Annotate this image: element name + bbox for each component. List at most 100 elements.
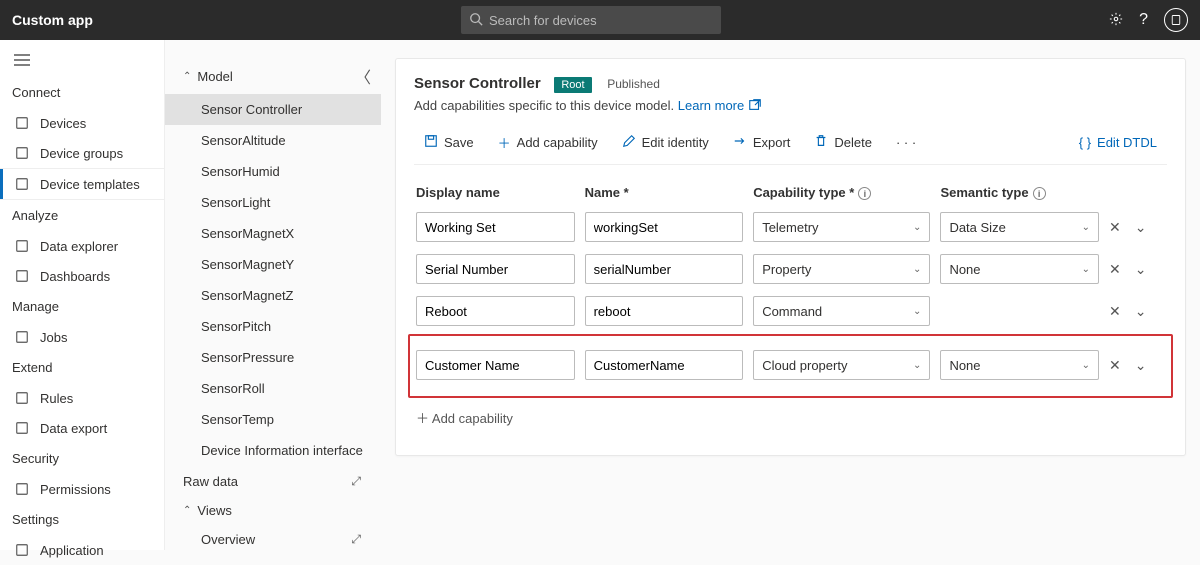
name-input[interactable]: [585, 254, 744, 284]
chevron-down-icon: ⌄: [1082, 222, 1090, 233]
hamburger-icon[interactable]: [0, 50, 164, 77]
save-button[interactable]: Save: [414, 130, 484, 155]
remove-icon[interactable]: ✕: [1109, 261, 1121, 278]
more-button[interactable]: · · ·: [886, 131, 926, 154]
sidebar-section: Manage: [0, 291, 164, 322]
tree-item[interactable]: SensorMagnetX: [165, 218, 381, 249]
tree-item[interactable]: Device Information interface: [165, 435, 381, 466]
settings-icon[interactable]: [1109, 12, 1123, 29]
collapse-icon[interactable]: 〈: [355, 64, 371, 88]
semantic-type-select[interactable]: None⌄: [940, 254, 1099, 284]
chevron-down-icon: ⌄: [913, 360, 921, 371]
expand-row-icon[interactable]: ⌄: [1135, 261, 1147, 278]
views-header[interactable]: ⌃ Views: [165, 497, 381, 524]
capability-row: Telemetry⌄ Data Size⌄ ✕ ⌄: [414, 206, 1167, 248]
capability-type-select[interactable]: Command⌄: [753, 296, 930, 326]
chevron-down-icon: ⌃: [183, 71, 191, 82]
tree-item[interactable]: SensorAltitude: [165, 125, 381, 156]
semantic-type-select[interactable]: None⌄: [940, 350, 1099, 380]
learn-more-link[interactable]: Learn more: [678, 98, 762, 113]
sidebar-item-label: Device templates: [40, 177, 140, 192]
capabilities-table: Display name Name * Capability type *i S…: [414, 179, 1167, 435]
raw-data-item[interactable]: Raw data ⤢: [165, 466, 381, 497]
overview-item[interactable]: Overview ⤢: [165, 524, 381, 555]
name-input[interactable]: [585, 350, 744, 380]
name-input[interactable]: [585, 212, 744, 242]
info-icon[interactable]: i: [1033, 187, 1046, 200]
sidebar-section: Extend: [0, 352, 164, 383]
name-input[interactable]: [585, 296, 744, 326]
display-name-input[interactable]: [416, 296, 575, 326]
add-capability-footer[interactable]: ＋ Add capability: [414, 400, 1167, 435]
display-name-input[interactable]: [416, 212, 575, 242]
application-icon: [14, 542, 30, 558]
sidebar-item[interactable]: Data explorer: [0, 231, 164, 261]
model-header[interactable]: ⌃ Model 〈: [165, 58, 381, 94]
search-icon: [469, 12, 483, 29]
sidebar-item[interactable]: Devices: [0, 108, 164, 138]
sidebar-item-label: Device groups: [40, 146, 123, 161]
root-badge: Root: [554, 77, 591, 93]
sidebar-item-label: Dashboards: [40, 269, 110, 284]
tree-item[interactable]: SensorMagnetY: [165, 249, 381, 280]
display-name-input[interactable]: [416, 350, 575, 380]
subtitle-text: Add capabilities specific to this device…: [414, 98, 674, 113]
info-icon[interactable]: i: [858, 187, 871, 200]
chevron-down-icon: ⌄: [1082, 264, 1090, 275]
top-bar: Custom app ?: [0, 0, 1200, 40]
col-display-name: Display name: [416, 185, 575, 200]
expand-icon[interactable]: ⤢: [351, 474, 361, 489]
capability-type-select[interactable]: Telemetry⌄: [753, 212, 930, 242]
sidebar-item[interactable]: Permissions: [0, 474, 164, 504]
layout: ConnectDevicesDevice groupsDevice templa…: [0, 40, 1200, 550]
permissions-icon: [14, 481, 30, 497]
page-title: Sensor Controller: [414, 75, 541, 92]
capability-row: Command⌄ ✕ ⌄: [414, 290, 1167, 332]
tree-item[interactable]: SensorRoll: [165, 373, 381, 404]
tree-item[interactable]: SensorPressure: [165, 342, 381, 373]
views-label: Views: [197, 503, 231, 518]
delete-button[interactable]: Delete: [804, 130, 882, 155]
tree-item[interactable]: SensorPitch: [165, 311, 381, 342]
help-icon[interactable]: ?: [1139, 11, 1148, 29]
feedback-icon[interactable]: [1164, 8, 1188, 32]
remove-icon[interactable]: ✕: [1109, 303, 1121, 320]
sidebar-item[interactable]: Data export: [0, 413, 164, 443]
capability-type-select[interactable]: Property⌄: [753, 254, 930, 284]
sidebar-item[interactable]: Application: [0, 535, 164, 565]
edit-identity-button[interactable]: Edit identity: [612, 130, 719, 155]
export-icon: [733, 134, 747, 151]
chevron-down-icon: ⌄: [913, 222, 921, 233]
sidebar-item[interactable]: Jobs: [0, 322, 164, 352]
sidebar-item[interactable]: Device templates: [0, 168, 165, 200]
edit-dtdl-button[interactable]: { } Edit DTDL: [1069, 131, 1167, 154]
semantic-type-select[interactable]: Data Size⌄: [940, 212, 1099, 242]
braces-icon: { }: [1079, 135, 1091, 150]
expand-icon[interactable]: ⤢: [351, 532, 361, 547]
expand-row-icon[interactable]: ⌄: [1135, 357, 1147, 374]
tree-item[interactable]: SensorTemp: [165, 404, 381, 435]
sidebar-item[interactable]: Device groups: [0, 138, 164, 168]
model-tree-panel: ⌃ Model 〈 Sensor ControllerSensorAltitud…: [165, 40, 385, 550]
add-capability-button[interactable]: ＋Add capability: [488, 129, 608, 156]
sidebar-item-label: Devices: [40, 116, 86, 131]
tree-item[interactable]: SensorLight: [165, 187, 381, 218]
chevron-down-icon: ⌃: [183, 505, 191, 516]
remove-icon[interactable]: ✕: [1109, 357, 1121, 374]
tree-item[interactable]: Sensor Controller: [165, 94, 381, 125]
display-name-input[interactable]: [416, 254, 575, 284]
search-input[interactable]: [461, 6, 721, 34]
tree-item[interactable]: SensorHumid: [165, 156, 381, 187]
sidebar-item[interactable]: Rules: [0, 383, 164, 413]
sidebar-section: Settings: [0, 504, 164, 535]
sidebar-item-label: Data explorer: [40, 239, 118, 254]
remove-icon[interactable]: ✕: [1109, 219, 1121, 236]
sidebar-item[interactable]: Dashboards: [0, 261, 164, 291]
expand-row-icon[interactable]: ⌄: [1135, 219, 1147, 236]
capability-type-select[interactable]: Cloud property⌄: [753, 350, 930, 380]
expand-row-icon[interactable]: ⌄: [1135, 303, 1147, 320]
col-semantic-type: Semantic typei: [940, 185, 1099, 200]
export-button[interactable]: Export: [723, 130, 801, 155]
sidebar-item-label: Permissions: [40, 482, 111, 497]
tree-item[interactable]: SensorMagnetZ: [165, 280, 381, 311]
